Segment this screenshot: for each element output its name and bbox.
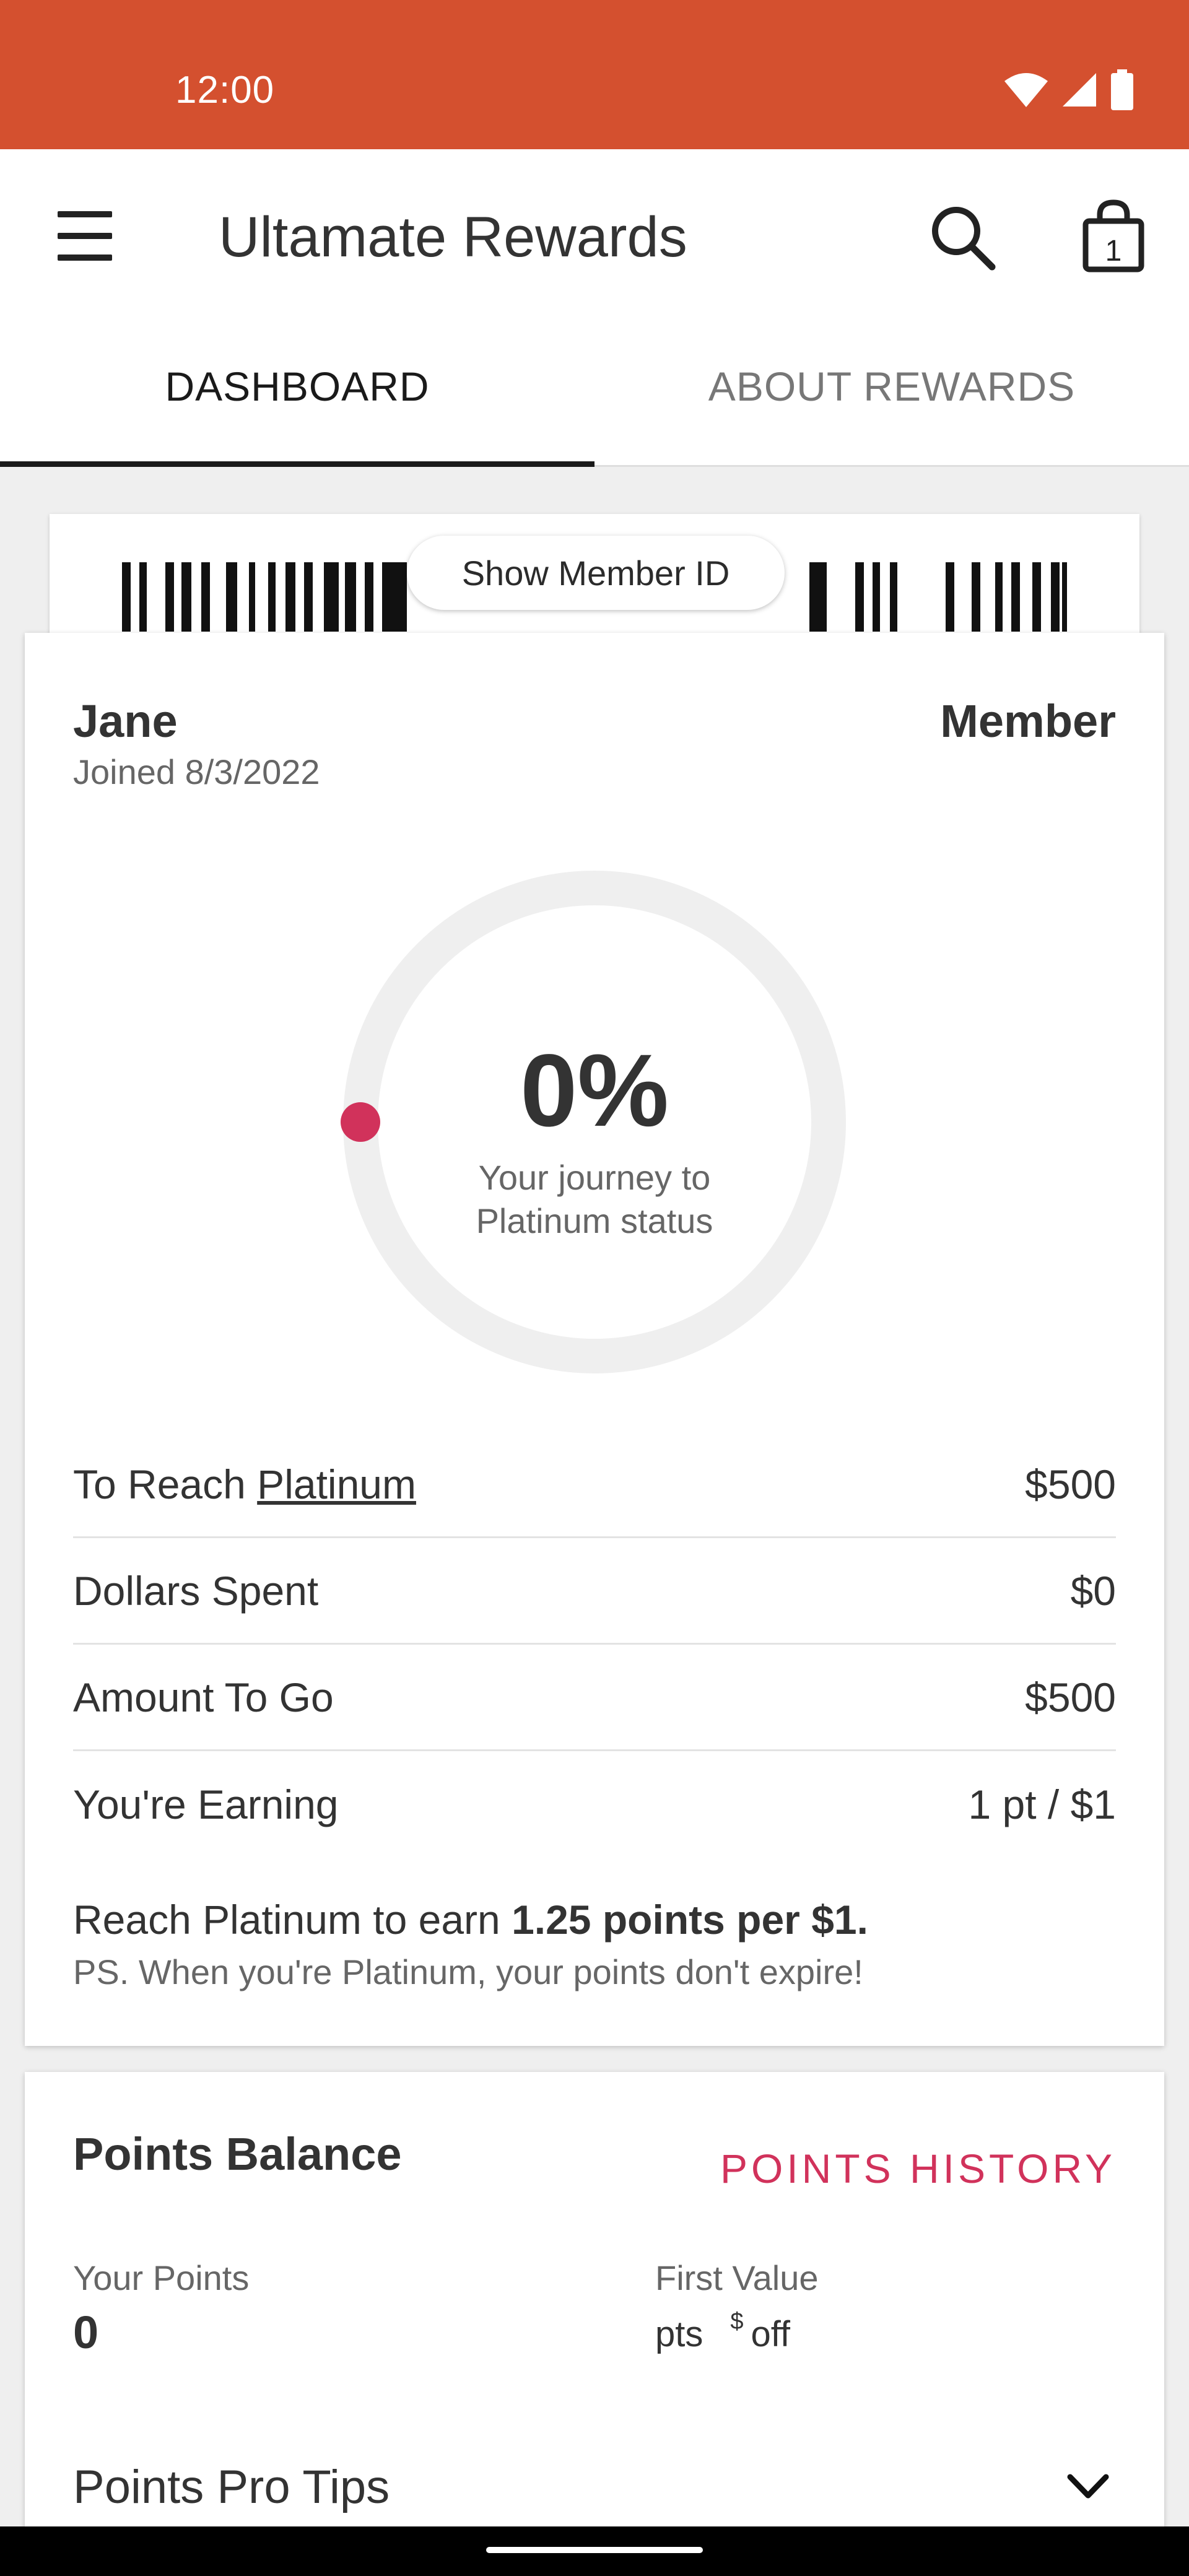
stat-value-earning: 1 pt / $1: [968, 1782, 1116, 1827]
status-icons: [1003, 68, 1135, 111]
first-value-off: off: [751, 2314, 790, 2354]
status-time: 12:00: [175, 69, 275, 111]
bag-count-badge: 1: [1105, 235, 1122, 268]
system-nav-bar: [0, 2526, 1189, 2576]
progress-caption: Your journey to Platinum status: [25, 1156, 1164, 1243]
progress-caption-line2: Platinum status: [476, 1201, 713, 1240]
shopping-bag-icon[interactable]: 1: [1079, 199, 1148, 273]
platinum-link[interactable]: Platinum: [257, 1461, 416, 1507]
cell-signal-icon: [1063, 73, 1096, 107]
points-pro-tips-toggle[interactable]: Points Pro Tips: [73, 2456, 1116, 2518]
chevron-down-icon: [1067, 2474, 1109, 2499]
member-name: Jane: [73, 695, 178, 747]
points-history-link[interactable]: POINTS HISTORY: [720, 2145, 1116, 2192]
platinum-earn-note: Reach Platinum to earn 1.25 points per $…: [73, 1896, 868, 1943]
your-points-label: Your Points: [73, 2258, 250, 2297]
stat-row-dollars-spent: Dollars Spent $0: [73, 1538, 1116, 1645]
stat-row-earning-rate: You're Earning 1 pt / $1: [73, 1751, 1116, 1858]
tab-about-rewards[interactable]: ABOUT REWARDS: [594, 316, 1189, 465]
hamburger-menu-icon[interactable]: [58, 211, 112, 261]
stat-label-amount-to-go: Amount To Go: [73, 1674, 334, 1720]
home-indicator[interactable]: [486, 2547, 703, 2553]
first-value-amount: pts $ off: [655, 2308, 790, 2355]
pro-tips-label: Points Pro Tips: [73, 2460, 390, 2513]
rewards-stats-list: To Reach Platinum $500 Dollars Spent $0 …: [73, 1432, 1116, 1858]
first-value-label: First Value: [655, 2258, 819, 2297]
search-icon[interactable]: [929, 204, 997, 272]
joined-date: Joined 8/3/2022: [73, 752, 320, 791]
tab-dashboard[interactable]: DASHBOARD: [0, 316, 594, 467]
first-value-pts: pts: [655, 2314, 703, 2354]
platinum-expiry-note: PS. When you're Platinum, your points do…: [73, 1952, 863, 1991]
member-tier: Member: [940, 695, 1116, 747]
stat-label-earning: You're Earning: [73, 1782, 339, 1827]
rewards-status-card: Jane Member Joined 8/3/2022 0% Your jour…: [25, 633, 1164, 2046]
progress-caption-line1: Your journey to: [478, 1158, 711, 1197]
battery-icon: [1111, 69, 1133, 110]
stat-value-to-reach: $500: [1025, 1461, 1116, 1507]
stat-value-dollars-spent: $0: [1070, 1567, 1116, 1614]
stat-label-dollars-spent: Dollars Spent: [73, 1567, 319, 1614]
your-points-value: 0: [73, 2307, 99, 2358]
earn-note-bold: 1.25 points per $1.: [512, 1897, 868, 1943]
page-title: Ultamate Rewards: [219, 206, 687, 269]
progress-percent: 0%: [520, 1033, 669, 1148]
stat-value-amount-to-go: $500: [1025, 1674, 1116, 1720]
to-reach-prefix: To Reach: [73, 1461, 258, 1507]
wifi-icon: [1004, 73, 1048, 107]
earn-note-prefix: Reach Platinum to earn: [73, 1897, 512, 1943]
show-member-id-button[interactable]: Show Member ID: [407, 536, 785, 610]
first-value-dollar-sign: $: [730, 2308, 744, 2334]
points-balance-card: Points Balance POINTS HISTORY Your Point…: [25, 2072, 1164, 2543]
stat-row-to-reach-platinum: To Reach Platinum $500: [73, 1432, 1116, 1538]
app-bar: Ultamate Rewards 1: [0, 149, 1189, 316]
points-balance-title: Points Balance: [73, 2128, 402, 2180]
tab-bar: DASHBOARD ABOUT REWARDS: [0, 316, 1189, 467]
stat-label-to-reach: To Reach Platinum: [73, 1461, 416, 1508]
stat-row-amount-to-go: Amount To Go $500: [73, 1645, 1116, 1751]
status-bar: 12:00: [0, 0, 1189, 149]
